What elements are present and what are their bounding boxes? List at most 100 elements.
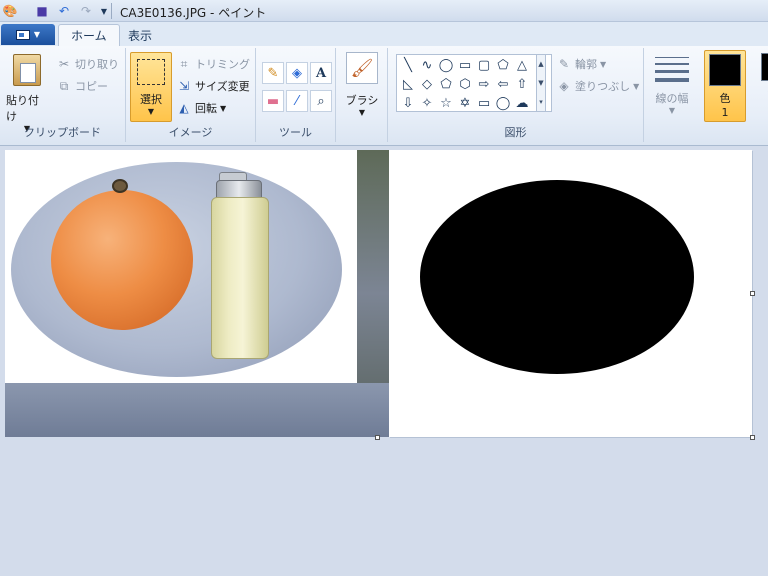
- rotate-icon: ◭: [179, 101, 189, 115]
- undo-icon[interactable]: ↶: [56, 3, 72, 19]
- window-title: CA3E0136.JPG - ペイント: [120, 6, 267, 20]
- title-separator: [111, 3, 112, 19]
- rotate-dropdown-icon: ▼: [220, 103, 227, 113]
- black-ellipse-shape: [420, 180, 694, 374]
- clipboard-group-label: クリップボード: [24, 126, 101, 139]
- fill-icon: ◈: [559, 79, 569, 93]
- color2-button[interactable]: 色 2: [752, 50, 768, 122]
- redo-icon[interactable]: ↷: [78, 3, 94, 19]
- size-dropdown-icon: ▼: [668, 106, 676, 115]
- text-tool-icon[interactable]: A: [310, 62, 332, 84]
- rotate-button[interactable]: ◭ 回転 ▼: [176, 100, 226, 116]
- crop-button[interactable]: ⌗ トリミング: [176, 56, 250, 72]
- copy-icon: ⧉: [59, 79, 69, 93]
- size-button[interactable]: 線の幅 ▼: [650, 54, 694, 115]
- title-bar: 🎨 ■ ↶ ↷ ▼ CA3E0136.JPG - ペイント: [0, 0, 768, 22]
- oval-shape-icon[interactable]: ◯: [437, 56, 455, 74]
- left-arrow-shape-icon[interactable]: ⇦: [494, 75, 512, 93]
- photo-image[interactable]: [5, 150, 389, 437]
- chevron-down-icon[interactable]: ▼: [538, 79, 543, 87]
- mask-image[interactable]: [389, 150, 752, 437]
- clipboard-icon: [13, 54, 41, 86]
- color1-swatch: [709, 54, 741, 86]
- eraser-icon[interactable]: ▬: [262, 90, 284, 112]
- clipboard-group: 貼り付け ▼ ✂ 切り取り ⧉ コピー クリップボード: [0, 48, 126, 142]
- expand-gallery-icon[interactable]: ▾: [539, 98, 543, 106]
- pentagon-shape-icon[interactable]: ⬠: [437, 75, 455, 93]
- photo-background-bottom: [5, 383, 389, 437]
- ribbon-tab-row: ▼ ホーム 表示: [0, 22, 768, 46]
- color2-swatch: [761, 53, 768, 81]
- triangle-shape-icon[interactable]: △: [513, 56, 531, 74]
- color-picker-icon[interactable]: ⁄: [286, 90, 308, 112]
- diamond-shape-icon[interactable]: ◇: [418, 75, 436, 93]
- four-point-star-shape-icon[interactable]: ✧: [418, 94, 436, 112]
- shapes-gallery: ╲ ∿ ◯ ▭ ▢ ⬠ △ ◺ ◇ ⬠ ⬡ ⇨ ⇦ ⇧ ⇩ ✧ ☆ ✡ ▭ ◯ …: [396, 54, 552, 112]
- brushes-button[interactable]: 🖌 ブラシ ▼: [342, 52, 382, 117]
- select-icon: [137, 59, 165, 85]
- magnifier-icon[interactable]: ⌕: [310, 90, 332, 112]
- image-group: 選択 ▼ ⌗ トリミング ⇲ サイズ変更 ◭ 回転 ▼ イメージ: [126, 48, 256, 142]
- outline-button[interactable]: ✎ 輪郭 ▼: [556, 56, 606, 72]
- tab-view[interactable]: 表示: [116, 24, 164, 46]
- polygon-shape-icon[interactable]: ⬠: [494, 56, 512, 74]
- right-triangle-shape-icon[interactable]: ◺: [399, 75, 417, 93]
- copy-button[interactable]: ⧉ コピー: [56, 78, 108, 94]
- paint-menu-button[interactable]: ▼: [1, 24, 55, 45]
- curve-shape-icon[interactable]: ∿: [418, 56, 436, 74]
- shapes-group-label: 図形: [504, 126, 527, 139]
- outline-icon: ✎: [558, 57, 570, 71]
- resize-handle-right-middle[interactable]: [750, 291, 755, 296]
- image-group-label: イメージ: [168, 126, 213, 139]
- select-button[interactable]: 選択 ▼: [130, 52, 172, 122]
- paste-button[interactable]: 貼り付け ▼: [6, 54, 48, 133]
- resize-button[interactable]: ⇲ サイズ変更: [176, 78, 250, 94]
- canvas-area[interactable]: [0, 147, 768, 576]
- color1-button[interactable]: 色 1: [704, 50, 746, 122]
- right-arrow-shape-icon[interactable]: ⇨: [475, 75, 493, 93]
- chevron-up-icon[interactable]: ▲: [538, 60, 543, 68]
- document-icon: [15, 29, 30, 40]
- photo-ellipse-crop: [11, 162, 342, 377]
- paint-app-icon[interactable]: 🎨: [2, 3, 18, 19]
- resize-handle-bottom-middle[interactable]: [375, 435, 380, 440]
- line-shape-icon[interactable]: ╲: [399, 56, 417, 74]
- size-group: 線の幅 ▼: [644, 48, 700, 142]
- tools-group-label: ツール: [279, 126, 312, 139]
- five-point-star-shape-icon[interactable]: ☆: [437, 94, 455, 112]
- fill-bucket-icon[interactable]: ◈: [286, 62, 308, 84]
- hexagon-shape-icon[interactable]: ⬡: [456, 75, 474, 93]
- cloud-callout-shape-icon[interactable]: ☁: [513, 94, 531, 112]
- photo-white-region: [5, 150, 357, 383]
- lighter-body: [211, 197, 269, 359]
- orange-stem: [112, 179, 128, 193]
- up-arrow-shape-icon[interactable]: ⇧: [513, 75, 531, 93]
- crop-icon: ⌗: [180, 57, 188, 71]
- rectangle-shape-icon[interactable]: ▭: [456, 56, 474, 74]
- resize-handle-bottom-right[interactable]: [750, 435, 755, 440]
- brushes-dropdown-icon: ▼: [358, 108, 366, 117]
- resize-icon: ⇲: [178, 79, 190, 93]
- brush-icon: 🖌: [346, 52, 378, 84]
- scissors-icon: ✂: [58, 57, 70, 71]
- customize-dropdown-icon[interactable]: ▼: [96, 3, 112, 19]
- shapes-group: ╲ ∿ ◯ ▭ ▢ ⬠ △ ◺ ◇ ⬠ ⬡ ⇨ ⇦ ⇧ ⇩ ✧ ☆ ✡ ▭ ◯ …: [388, 48, 644, 142]
- oval-callout-shape-icon[interactable]: ◯: [494, 94, 512, 112]
- brushes-group: 🖌 ブラシ ▼: [336, 48, 388, 142]
- six-point-star-shape-icon[interactable]: ✡: [456, 94, 474, 112]
- rounded-rectangle-shape-icon[interactable]: ▢: [475, 56, 493, 74]
- tab-home[interactable]: ホーム: [58, 24, 120, 46]
- fill-button[interactable]: ◈ 塗りつぶし ▼: [556, 78, 639, 94]
- rounded-callout-shape-icon[interactable]: ▭: [475, 94, 493, 112]
- tools-group: ✎ ◈ A ▬ ⁄ ⌕ ツール: [256, 48, 336, 142]
- down-arrow-shape-icon[interactable]: ⇩: [399, 94, 417, 112]
- fill-dropdown-icon: ▼: [633, 81, 640, 91]
- cut-button[interactable]: ✂ 切り取り: [56, 56, 119, 72]
- shapes-gallery-scroll[interactable]: ▲ ▼ ▾: [536, 54, 546, 112]
- outline-dropdown-icon: ▼: [600, 59, 607, 69]
- pencil-icon[interactable]: ✎: [262, 62, 284, 84]
- ribbon: 貼り付け ▼ ✂ 切り取り ⧉ コピー クリップボード 選択 ▼ ⌗ トリミング…: [0, 46, 768, 146]
- line-width-icon: [655, 54, 689, 84]
- select-dropdown-icon: ▼: [147, 107, 155, 116]
- save-icon[interactable]: ■: [34, 3, 50, 19]
